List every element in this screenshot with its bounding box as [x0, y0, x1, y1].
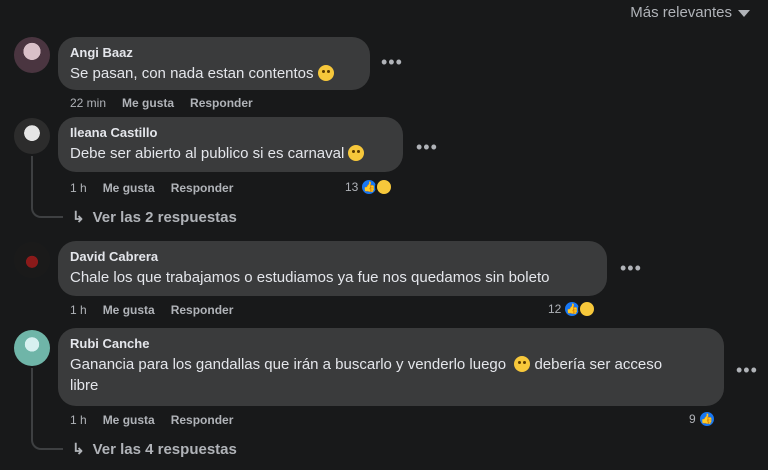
like-button[interactable]: Me gusta	[122, 96, 174, 110]
comment-actions: 1 h Me gusta Responder	[70, 181, 233, 195]
emoji-icon	[514, 356, 531, 372]
view-replies-link[interactable]: ↳ Ver las 2 respuestas	[72, 208, 237, 227]
comment-text: Ganancia para los gandallas que irán a b…	[70, 356, 507, 373]
avatar[interactable]	[14, 330, 50, 366]
comment-text: Se pasan, con nada estan contentos	[70, 65, 314, 82]
haha-emoji-icon	[375, 178, 394, 196]
view-replies-link[interactable]: ↳ Ver las 4 respuestas	[72, 440, 237, 459]
reaction-summary[interactable]: 9 👍	[689, 410, 716, 428]
reply-button[interactable]: Responder	[171, 181, 234, 195]
view-replies-label: Ver las 4 respuestas	[92, 440, 237, 458]
avatar[interactable]	[14, 118, 50, 154]
reaction-count: 13	[345, 180, 359, 194]
comment-actions: 1 h Me gusta Responder	[70, 413, 233, 427]
sort-label: Más relevantes	[630, 4, 732, 21]
comment-author[interactable]: Rubi Canche	[70, 336, 712, 352]
comment-text-continued: debería ser acceso	[534, 356, 663, 373]
more-options-icon[interactable]: •••	[416, 137, 438, 158]
thumbs-up-icon: 👍	[697, 410, 716, 428]
reaction-summary[interactable]: 12 👍	[548, 300, 597, 318]
comment-author[interactable]: David Cabrera	[70, 249, 595, 265]
comment-text-end: libre	[70, 377, 99, 394]
comment-bubble: David Cabrera Chale los que trabajamos o…	[58, 241, 607, 296]
more-options-icon[interactable]: •••	[736, 360, 758, 381]
reaction-summary[interactable]: 13 👍	[345, 178, 394, 196]
reaction-count: 12	[548, 302, 562, 316]
comment-author[interactable]: Angi Baaz	[70, 45, 358, 61]
comment-time[interactable]: 1 h	[70, 303, 87, 317]
avatar[interactable]	[14, 37, 50, 73]
like-button[interactable]: Me gusta	[103, 181, 155, 195]
reply-button[interactable]: Responder	[171, 303, 234, 317]
sad-emoji-icon	[578, 300, 597, 318]
reply-button[interactable]: Responder	[190, 96, 253, 110]
comment-text: Chale los que trabajamos o estudiamos ya…	[70, 269, 550, 286]
comment-bubble: Ileana Castillo Debe ser abierto al publ…	[58, 117, 403, 172]
emoji-icon	[317, 65, 334, 81]
more-options-icon[interactable]: •••	[620, 258, 642, 279]
comment-actions: 22 min Me gusta Responder	[70, 96, 253, 110]
comment-text: Debe ser abierto al publico si es carnav…	[70, 145, 345, 162]
chevron-down-icon	[738, 10, 750, 17]
comment-text-line: Debe ser abierto al publico si es carnav…	[70, 143, 391, 164]
like-button[interactable]: Me gusta	[103, 303, 155, 317]
view-replies-label: Ver las 2 respuestas	[92, 208, 237, 226]
comment-text-block: Ganancia para los gandallas que irán a b…	[70, 354, 712, 396]
comment-bubble: Angi Baaz Se pasan, con nada estan conte…	[58, 37, 370, 90]
comment-time[interactable]: 1 h	[70, 181, 87, 195]
emoji-icon	[348, 145, 365, 161]
comment-time[interactable]: 1 h	[70, 413, 87, 427]
comment-author[interactable]: Ileana Castillo	[70, 125, 391, 141]
comment-actions: 1 h Me gusta Responder	[70, 303, 233, 317]
reply-arrow-icon: ↳	[72, 209, 85, 226]
like-button[interactable]: Me gusta	[103, 413, 155, 427]
avatar[interactable]	[14, 242, 50, 278]
thread-line	[31, 156, 63, 218]
reply-arrow-icon: ↳	[72, 441, 85, 458]
comment-text-line: Se pasan, con nada estan contentos	[70, 63, 358, 84]
reply-button[interactable]: Responder	[171, 413, 234, 427]
comment-bubble: Rubi Canche Ganancia para los gandallas …	[58, 328, 724, 406]
sort-dropdown[interactable]: Más relevantes	[630, 4, 750, 21]
comment-time[interactable]: 22 min	[70, 96, 106, 110]
reaction-count: 9	[689, 412, 696, 426]
more-options-icon[interactable]: •••	[381, 52, 403, 73]
